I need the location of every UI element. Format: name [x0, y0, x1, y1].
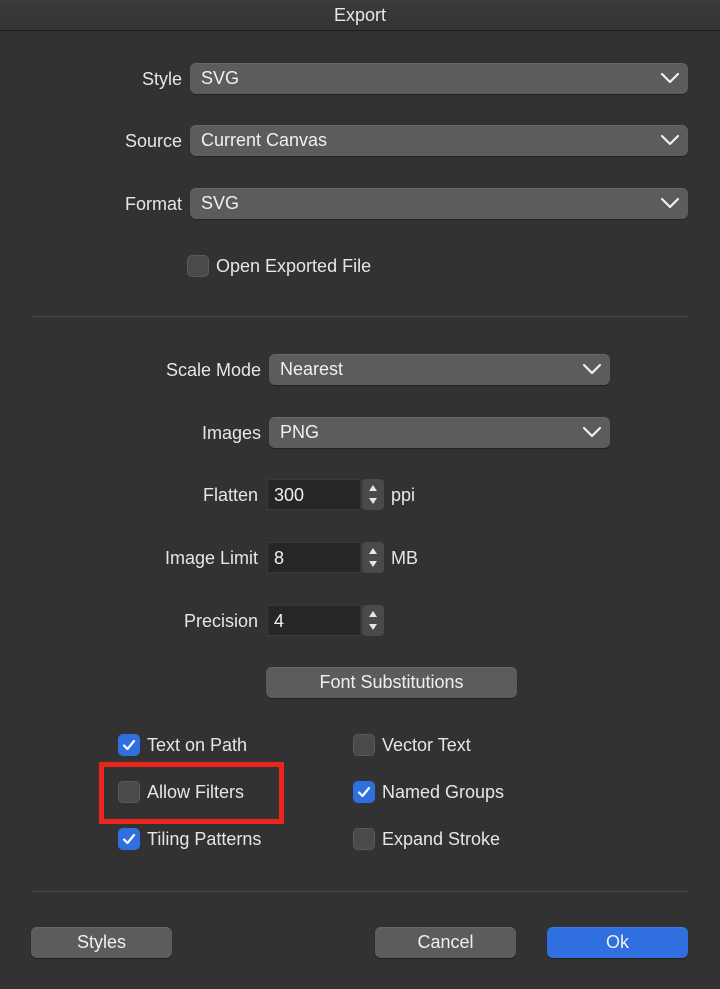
- image-limit-input[interactable]: 8: [267, 542, 361, 573]
- image-limit-stepper[interactable]: [362, 542, 384, 573]
- vector-text-label: Vector Text: [382, 735, 471, 755]
- ok-button[interactable]: Ok: [547, 927, 688, 958]
- stepper-arrows-icon: [369, 548, 377, 567]
- chevron-down-icon: [582, 426, 602, 438]
- open-exported-file-label: Open Exported File: [216, 256, 372, 276]
- format-label: Format: [124, 194, 182, 214]
- style-value: SVG: [201, 68, 240, 88]
- source-label: Source: [124, 131, 182, 151]
- font-substitutions-button[interactable]: Font Substitutions: [266, 667, 517, 698]
- flatten-stepper[interactable]: [362, 479, 384, 510]
- style-label: Style: [141, 69, 182, 89]
- flatten-unit: ppi: [391, 485, 416, 505]
- text-on-path-label: Text on Path: [147, 735, 248, 755]
- image-limit-label: Image Limit: [164, 548, 258, 568]
- scale-mode-select[interactable]: Nearest: [269, 354, 610, 385]
- format-value: SVG: [201, 193, 240, 213]
- image-limit-unit: MB: [391, 548, 418, 568]
- separator: [31, 891, 689, 892]
- images-label: Images: [201, 423, 261, 443]
- tiling-patterns-checkbox[interactable]: [118, 828, 140, 850]
- precision-value: 4: [274, 611, 285, 631]
- expand-stroke-checkbox[interactable]: [353, 828, 375, 850]
- separator: [31, 316, 689, 317]
- text-on-path-checkbox[interactable]: [118, 734, 140, 756]
- named-groups-label: Named Groups: [382, 782, 505, 802]
- checkmark-icon: [122, 739, 136, 751]
- stepper-arrows-icon: [369, 611, 377, 630]
- named-groups-checkbox[interactable]: [353, 781, 375, 803]
- scale-mode-label: Scale Mode: [165, 360, 261, 380]
- stepper-arrows-icon: [369, 485, 377, 504]
- images-value: PNG: [280, 422, 320, 442]
- chevron-down-icon: [660, 72, 680, 84]
- styles-button[interactable]: Styles: [31, 927, 172, 958]
- annotation-highlight-box: [99, 762, 284, 824]
- flatten-input[interactable]: 300: [267, 479, 361, 510]
- precision-stepper[interactable]: [362, 605, 384, 636]
- chevron-down-icon: [660, 134, 680, 146]
- open-exported-file-checkbox[interactable]: [187, 255, 209, 277]
- flatten-value: 300: [274, 485, 305, 505]
- precision-label: Precision: [183, 611, 258, 631]
- format-select[interactable]: SVG: [190, 188, 688, 219]
- title-bar: Export: [0, 0, 720, 31]
- images-select[interactable]: PNG: [269, 417, 610, 448]
- source-value: Current Canvas: [201, 130, 328, 150]
- checkmark-icon: [357, 786, 371, 798]
- expand-stroke-label: Expand Stroke: [382, 829, 501, 849]
- chevron-down-icon: [582, 363, 602, 375]
- precision-input[interactable]: 4: [267, 605, 361, 636]
- source-select[interactable]: Current Canvas: [190, 125, 688, 156]
- tiling-patterns-label: Tiling Patterns: [147, 829, 262, 849]
- flatten-label: Flatten: [202, 485, 258, 505]
- scale-mode-value: Nearest: [280, 359, 344, 379]
- vector-text-checkbox[interactable]: [353, 734, 375, 756]
- chevron-down-icon: [660, 197, 680, 209]
- window-title: Export: [333, 5, 387, 25]
- image-limit-value: 8: [274, 548, 285, 568]
- checkmark-icon: [122, 833, 136, 845]
- style-select[interactable]: SVG: [190, 63, 688, 94]
- cancel-button[interactable]: Cancel: [375, 927, 516, 958]
